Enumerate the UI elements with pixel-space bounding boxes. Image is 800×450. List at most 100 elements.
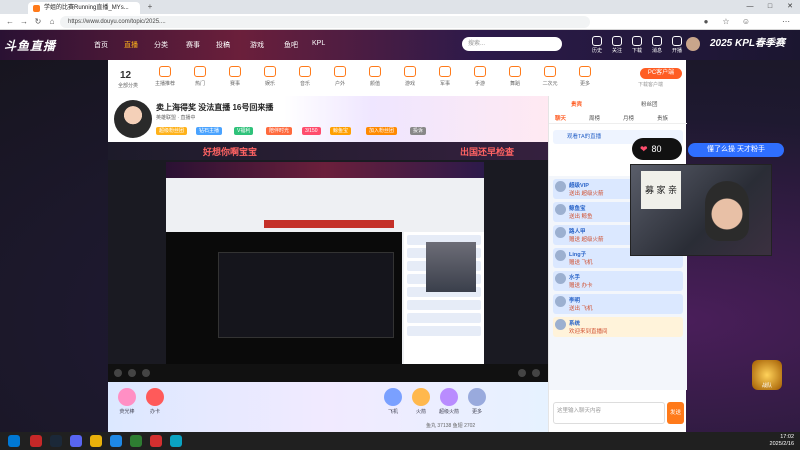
category-item[interactable]: 游戏	[393, 66, 427, 87]
category-item[interactable]: 颜值	[358, 66, 392, 87]
chat-input[interactable]: 这里输入聊天内容	[553, 402, 665, 424]
category-item[interactable]: 更多	[568, 66, 602, 87]
play-icon[interactable]	[114, 369, 122, 377]
room-badge[interactable]: 投诉	[410, 127, 427, 135]
nav-post[interactable]: 投稿	[216, 40, 230, 50]
extensions-icon[interactable]: ●	[700, 16, 712, 28]
category-item[interactable]: 舞蹈	[498, 66, 532, 87]
volume-icon[interactable]	[142, 369, 150, 377]
category-item[interactable]: 主播推荐	[148, 66, 182, 87]
history-icon[interactable]: 历史	[586, 36, 608, 54]
nav-category[interactable]: 分类	[154, 40, 168, 50]
gift-item[interactable]: 更多	[462, 388, 492, 415]
app-icon[interactable]	[90, 435, 102, 447]
video-player[interactable]: 好想你啊宝宝 出国还早检查	[108, 142, 548, 382]
captured-inner-video	[218, 252, 394, 338]
team-emblem[interactable]: 战队	[752, 360, 782, 390]
streamer-avatar[interactable]	[114, 100, 152, 138]
gift-item[interactable]: 飞机	[378, 388, 408, 415]
player-controls[interactable]	[108, 364, 548, 382]
refresh-icon[interactable]	[128, 369, 136, 377]
back-icon[interactable]: ←	[4, 16, 16, 28]
nav-kpl[interactable]: KPL	[312, 40, 325, 47]
tab-title: 学姐的比赛Running直播_MYs...	[44, 5, 129, 11]
heart-count-badge[interactable]: ❤ 80	[632, 138, 682, 160]
profile-icon[interactable]: ☺	[740, 16, 752, 28]
gift-icon	[412, 388, 430, 406]
close-icon[interactable]: ✕	[780, 0, 800, 14]
search-input[interactable]: 搜索...	[462, 37, 562, 51]
start-icon[interactable]	[8, 435, 20, 447]
broadcast-icon[interactable]: 开播	[666, 36, 688, 54]
tab-vip[interactable]: 贵宾	[571, 100, 582, 108]
room-badge[interactable]: 超级粉丝团	[156, 127, 188, 135]
pc-client-button[interactable]: PC客户端	[640, 68, 682, 79]
nav-events[interactable]: 赛事	[186, 40, 200, 50]
calligraphy-sign: 募 家 亲	[641, 171, 681, 209]
reload-icon[interactable]: ↻	[32, 16, 44, 28]
browser-icon[interactable]	[110, 435, 122, 447]
browser-tab[interactable]: 学姐的比赛Running直播_MYs...	[28, 2, 140, 14]
category-item[interactable]: 赛事	[218, 66, 252, 87]
room-badge[interactable]: 钻石主播	[196, 127, 223, 135]
room-badge[interactable]: V福利	[234, 127, 254, 135]
download-icon[interactable]: 下载	[626, 36, 648, 54]
gift-item[interactable]: 荧光棒	[112, 388, 142, 415]
discord-icon[interactable]	[70, 435, 82, 447]
send-button[interactable]: 发送	[667, 402, 684, 424]
captured-facecam	[426, 242, 476, 292]
url-field[interactable]: https://www.douyu.com/topic/2025....	[60, 16, 590, 28]
minimize-icon[interactable]: —	[740, 0, 760, 14]
netease-icon[interactable]	[150, 435, 162, 447]
category-item[interactable]: 热门	[183, 66, 217, 87]
tab-noble[interactable]: 贵族	[657, 114, 668, 122]
message-icon[interactable]: 消息	[646, 36, 668, 54]
tab-month[interactable]: 月榜	[623, 114, 634, 122]
site-logo[interactable]: 斗鱼直播	[4, 37, 56, 54]
gift-item[interactable]: 火箭	[406, 388, 436, 415]
settings-icon[interactable]	[532, 369, 540, 377]
tab-week[interactable]: 周榜	[589, 114, 600, 122]
category-item[interactable]: 户外	[323, 66, 357, 87]
category-item[interactable]: 音乐	[288, 66, 322, 87]
nav-games[interactable]: 游戏	[250, 40, 264, 50]
tab-chat[interactable]: 聊天	[555, 114, 566, 122]
nav-yuba[interactable]: 鱼吧	[284, 40, 298, 50]
room-badge[interactable]: 3/150	[302, 127, 321, 135]
gift-item[interactable]: 超级火箭	[434, 388, 464, 415]
system-clock[interactable]: 17:02 2025/2/16	[770, 434, 794, 448]
maximize-icon[interactable]: □	[760, 0, 780, 14]
follow-button[interactable]: 懂了么操 天才粉手	[688, 143, 784, 157]
follow-icon[interactable]: 关注	[606, 36, 628, 54]
favorites-icon[interactable]: ☆	[720, 16, 732, 28]
tab-fans[interactable]: 粉丝团	[641, 100, 658, 108]
nav-home[interactable]: 首页	[94, 40, 108, 50]
avatar	[555, 250, 566, 261]
currency-balance: 鱼丸 37138 鱼翅 2702	[426, 423, 476, 429]
rank-tabs: 贵宾 粉丝团	[549, 98, 687, 110]
new-tab-button[interactable]: +	[144, 1, 156, 13]
wps-icon[interactable]	[30, 435, 42, 447]
gift-bar: 荧光棒 办卡 飞机 火箭 超级火箭 更多 鱼丸 37138 鱼翅 2702	[108, 382, 548, 432]
menu-icon[interactable]: ⋯	[780, 16, 792, 28]
room-tags: 英雄联盟 · 直播中	[156, 115, 196, 121]
captured-video	[166, 232, 402, 368]
category-item[interactable]: 二次元	[533, 66, 567, 87]
avatar[interactable]	[686, 37, 700, 51]
fullscreen-icon[interactable]	[518, 369, 526, 377]
gift-item[interactable]: 办卡	[140, 388, 170, 415]
captured-banner	[264, 220, 394, 228]
kpl-banner[interactable]: 2025 KPL春季赛	[710, 34, 785, 49]
nav-live[interactable]: 直播	[124, 40, 138, 50]
room-badge[interactable]: 加入粉丝团	[366, 127, 398, 135]
forward-icon[interactable]: →	[18, 16, 30, 28]
room-badge[interactable]: 陪伴时光	[266, 127, 293, 135]
category-item[interactable]: 娱乐	[253, 66, 287, 87]
category-item[interactable]: 军事	[428, 66, 462, 87]
home-icon[interactable]: ⌂	[46, 16, 58, 28]
room-badge[interactable]: 鲸鱼宝	[330, 127, 352, 135]
category-item[interactable]: 手游	[463, 66, 497, 87]
app-icon[interactable]	[130, 435, 142, 447]
edge-icon[interactable]	[170, 435, 182, 447]
steam-icon[interactable]	[50, 435, 62, 447]
